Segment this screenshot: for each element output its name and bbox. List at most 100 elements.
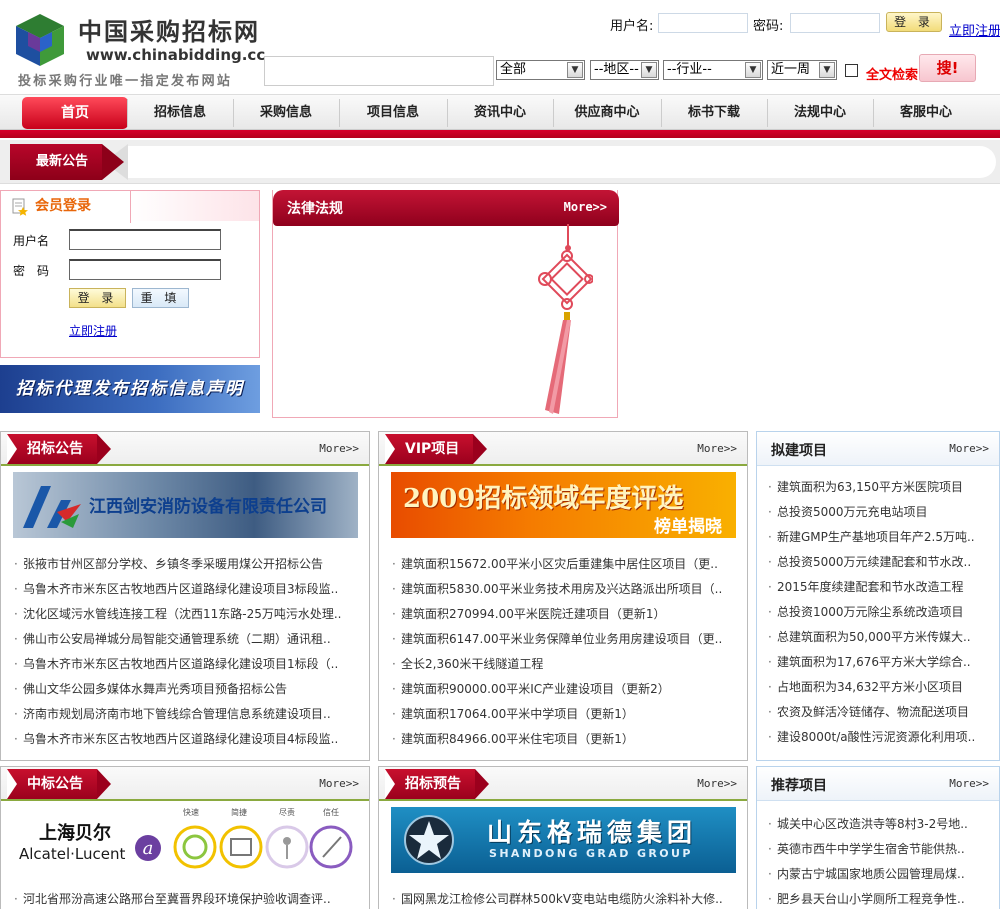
latest-notice-bar: 最新公告	[0, 140, 1000, 184]
list-item[interactable]: 农资及鲜活冷链储存、物流配送项目	[767, 700, 993, 725]
fulltext-checkbox[interactable]	[845, 64, 858, 77]
latest-notice-ticker[interactable]	[128, 146, 996, 178]
planned-project-section: 拟建项目 More>> 建筑面积为63,150平方米医院项目 总投资5000万元…	[756, 431, 1000, 761]
nav-item-supplier[interactable]: 供应商中心	[553, 95, 661, 131]
type-select[interactable]: 全部 ▼	[496, 60, 585, 80]
site-url: www.chinabidding.cc	[86, 46, 266, 64]
industry-select[interactable]: --行业-- ▼	[663, 60, 763, 80]
member-login-title: 会员登录	[1, 191, 131, 223]
vip-project-section: VIP项目 More>> 2009招标领域年度评选 榜单揭晓 建筑面积15672…	[378, 431, 748, 761]
list-item[interactable]: 肥乡县天台山小学厕所工程竞争性..	[767, 887, 993, 909]
nav-item-purchase-info[interactable]: 采购信息	[233, 95, 339, 131]
member-username-label: 用户名	[13, 234, 50, 248]
search-keyword-input[interactable]	[264, 56, 494, 86]
list-item[interactable]: 国网黑龙江检修公司群林500kV变电站电缆防火涂料补大修..	[391, 887, 741, 909]
nav-item-bid-info[interactable]: 招标信息	[127, 95, 233, 131]
member-register-link[interactable]: 立即注册	[69, 322, 117, 339]
member-login-button[interactable]: 登 录	[69, 288, 126, 308]
bid-notice-more-link[interactable]: More>>	[319, 442, 359, 455]
vip-ad-banner[interactable]: 2009招标领域年度评选 榜单揭晓	[391, 472, 736, 538]
bid-notice-ad-banner[interactable]: 江西剑安消防设备有限责任公司	[13, 472, 358, 538]
list-item[interactable]: 占地面积为34,632平方米小区项目	[767, 675, 993, 700]
list-item[interactable]: 总投资5000万元续建配套和节水改..	[767, 550, 993, 575]
fulltext-label: 全文检索	[866, 68, 919, 83]
chevron-down-icon: ▼	[567, 62, 583, 78]
nav-item-project-info[interactable]: 项目信息	[339, 95, 447, 131]
list-item[interactable]: 沈化区域污水管线连接工程（沈西11东路-25万吨污水处理..	[13, 602, 363, 627]
vip-project-list: 建筑面积15672.00平米小区灾后重建集中居住区项目（更.. 建筑面积5830…	[391, 552, 741, 752]
nav-item-home[interactable]: 首页	[22, 97, 128, 129]
list-item[interactable]: 河北省邢汾高速公路邢台至冀晋界段环境保护验收调查评..	[13, 887, 363, 909]
list-item[interactable]: 城关中心区改造洪寺等8村3-2号地..	[767, 812, 993, 837]
list-item[interactable]: 建筑面积为63,150平方米医院项目	[767, 475, 993, 500]
list-item[interactable]: 英德市西牛中学学生宿舍节能供热..	[767, 837, 993, 862]
list-item[interactable]: 乌鲁木齐市米东区古牧地西片区道路绿化建设项目1标段（..	[13, 652, 363, 677]
list-item[interactable]: 新建GMP生产基地项目年产2.5万吨..	[767, 525, 993, 550]
list-item[interactable]: 佛山文华公园多媒体水舞声光秀项目预备招标公告	[13, 677, 363, 702]
list-item[interactable]: 建筑面积6147.00平米业务保障单位业务用房建设项目（更..	[391, 627, 741, 652]
bid-notice-list: 张掖市甘州区部分学校、乡镇冬季采暖用煤公开招标公告 乌鲁木齐市米东区古牧地西片区…	[13, 552, 363, 752]
nav-item-law[interactable]: 法规中心	[767, 95, 873, 131]
list-item[interactable]: 2015年度续建配套和节水改造工程	[767, 575, 993, 600]
period-select[interactable]: 近一周 ▼	[767, 60, 837, 80]
latest-notice-label: 最新公告	[10, 144, 102, 180]
list-item[interactable]: 总建筑面积为50,000平方米传媒大..	[767, 625, 993, 650]
list-item[interactable]: 总投资1000万元除尘系统改造项目	[767, 600, 993, 625]
list-item[interactable]: 济南市规划局济南市地下管线综合管理信息系统建设项目..	[13, 702, 363, 727]
nav-divider	[0, 130, 1000, 138]
bid-forecast-list: 国网黑龙江检修公司群林500kV变电站电缆防火涂料补大修..	[391, 887, 741, 909]
list-item[interactable]: 建筑面积270994.00平米医院迁建项目（更新1）	[391, 602, 741, 627]
list-item[interactable]: 乌鲁木齐市米东区古牧地西片区道路绿化建设项目4标段监..	[13, 727, 363, 752]
bid-forecast-more-link[interactable]: More>>	[697, 777, 737, 790]
company-logo-icon	[23, 486, 81, 528]
nav-item-news[interactable]: 资讯中心	[447, 95, 553, 131]
list-item[interactable]: 建设8000t/a酸性污泥资源化利用项..	[767, 725, 993, 750]
vip-banner-subtitle: 榜单揭晓	[654, 517, 722, 537]
planned-project-more-link[interactable]: More>>	[949, 442, 989, 455]
grad-group-logo-icon	[404, 815, 454, 865]
list-item[interactable]: 建筑面积84966.00平米住宅项目（更新1）	[391, 727, 741, 752]
member-username-input[interactable]	[69, 229, 221, 250]
user-icon	[12, 198, 28, 216]
list-item[interactable]: 佛山市公安局禅城分局智能交通管理系统（二期）通讯租..	[13, 627, 363, 652]
alcatel-brand-cn: 上海贝尔	[39, 823, 111, 844]
list-item[interactable]: 建筑面积17064.00平米中学项目（更新1）	[391, 702, 741, 727]
member-login-panel: 会员登录 用户名 密 码 登 录 重 填 立即注册	[0, 190, 260, 358]
region-select[interactable]: --地区-- ▼	[590, 60, 659, 80]
top-password-input[interactable]	[790, 13, 880, 33]
bid-forecast-section: 招标预告 More>> 山东格瑞德集团 SHANDONG GRAD GROUP …	[378, 766, 748, 909]
search-button[interactable]: 搜!	[919, 54, 976, 82]
recommended-project-more-link[interactable]: More>>	[949, 777, 989, 790]
top-login-button[interactable]: 登 录	[886, 12, 942, 32]
forecast-ad-banner[interactable]: 山东格瑞德集团 SHANDONG GRAD GROUP	[391, 807, 736, 873]
recommended-project-title: 推荐项目	[771, 778, 827, 794]
top-username-input[interactable]	[658, 13, 748, 33]
site-logo-icon	[16, 14, 64, 66]
member-password-input[interactable]	[69, 259, 221, 280]
award-ad-banner[interactable]: 上海贝尔 Alcatel·Lucent a 快速 简捷 尽责 信任	[13, 807, 358, 877]
list-item[interactable]: 张掖市甘州区部分学校、乡镇冬季采暖用煤公开招标公告	[13, 552, 363, 577]
list-item[interactable]: 总投资5000万元充电站项目	[767, 500, 993, 525]
nav-item-service[interactable]: 客服中心	[873, 95, 979, 131]
type-select-value: 全部	[500, 62, 527, 77]
list-item[interactable]: 建筑面积90000.00平米IC产业建设项目（更新2）	[391, 677, 741, 702]
award-notice-more-link[interactable]: More>>	[319, 777, 359, 790]
award-notice-title: 中标公告	[7, 769, 111, 799]
list-item[interactable]: 建筑面积为17,676平方米大学综合..	[767, 650, 993, 675]
vip-project-more-link[interactable]: More>>	[697, 442, 737, 455]
top-password-label: 密码:	[753, 19, 784, 34]
list-item[interactable]: 乌鲁木齐市米东区古牧地西片区道路绿化建设项目3标段监..	[13, 577, 363, 602]
period-select-value: 近一周	[771, 62, 811, 77]
statement-banner[interactable]: 招标代理发布招标信息声明	[0, 365, 260, 413]
list-item[interactable]: 建筑面积15672.00平米小区灾后重建集中居住区项目（更..	[391, 552, 741, 577]
law-more-link[interactable]: More>>	[564, 200, 607, 214]
list-item[interactable]: 内蒙古宁城国家地质公园管理局煤..	[767, 862, 993, 887]
top-register-link[interactable]: 立即注册	[949, 20, 1000, 39]
member-reset-button[interactable]: 重 填	[132, 288, 189, 308]
svg-text:a: a	[143, 838, 154, 859]
recommended-project-section: 推荐项目 More>> 城关中心区改造洪寺等8村3-2号地.. 英德市西牛中学学…	[756, 766, 1000, 909]
list-item[interactable]: 全长2,360米干线隧道工程	[391, 652, 741, 677]
nav-item-download[interactable]: 标书下载	[661, 95, 767, 131]
list-item[interactable]: 建筑面积5830.00平米业务技术用房及兴达路派出所项目（..	[391, 577, 741, 602]
law-panel: 法律法规 More>>	[272, 190, 619, 418]
